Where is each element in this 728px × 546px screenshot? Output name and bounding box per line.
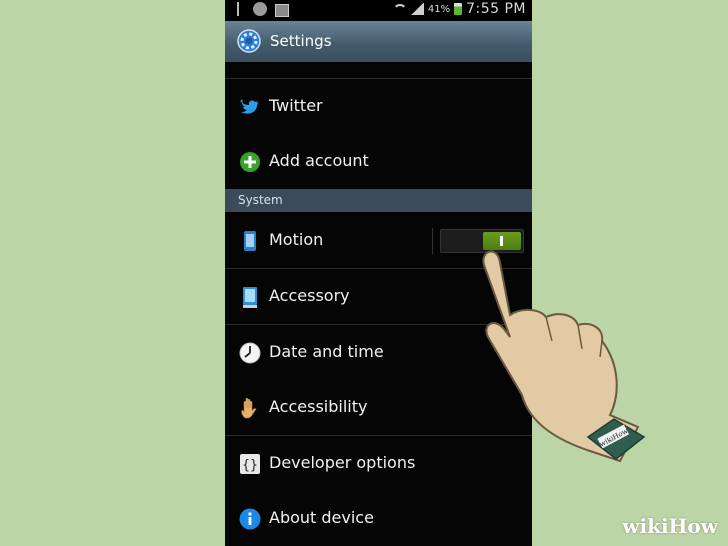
battery-percent: 41% [427, 3, 451, 15]
settings-item-label: Developer options [269, 453, 416, 472]
wikihow-watermark: wikiHow [622, 514, 718, 538]
settings-item-label: Twitter [269, 96, 323, 115]
settings-item-label: Motion [269, 230, 324, 249]
hand-icon [241, 397, 257, 419]
settings-item-add-account[interactable]: Add account [225, 134, 532, 190]
clock-icon [239, 342, 261, 364]
info-icon [239, 508, 261, 530]
battery-icon [454, 3, 463, 15]
accessory-phone-icon [243, 287, 257, 308]
section-title: System [238, 193, 283, 207]
twitter-bird-icon [240, 99, 259, 114]
globe-icon [253, 2, 267, 16]
gear-icon[interactable] [236, 28, 262, 54]
signal-icon [409, 3, 424, 15]
clock-time: 7:55 PM [466, 1, 526, 17]
usb-icon [237, 2, 245, 16]
status-bar: 41% 7:55 PM [225, 0, 532, 21]
pointing-hand-illustration: wikiHow [482, 250, 646, 463]
settings-item-about-device[interactable]: About device [225, 491, 532, 546]
settings-item-twitter[interactable]: Twitter [225, 79, 532, 135]
phone-motion-icon [244, 231, 256, 251]
plus-circle-icon [240, 152, 260, 172]
page-title: Settings [270, 32, 332, 50]
svg-text:{}: {} [242, 458, 258, 473]
wifi-icon [392, 3, 407, 15]
settings-title-bar: Settings [225, 21, 532, 63]
section-header-system: System [225, 189, 532, 212]
settings-item-label: Add account [269, 151, 369, 170]
braces-icon: {} [240, 454, 260, 474]
settings-item-label: Accessibility [269, 397, 368, 416]
image-icon [275, 4, 289, 17]
toggle-divider [432, 228, 433, 254]
settings-item-label: About device [269, 508, 374, 527]
list-top-spacer [225, 62, 532, 79]
settings-item-label: Date and time [269, 342, 384, 361]
settings-item-label: Accessory [269, 286, 350, 305]
